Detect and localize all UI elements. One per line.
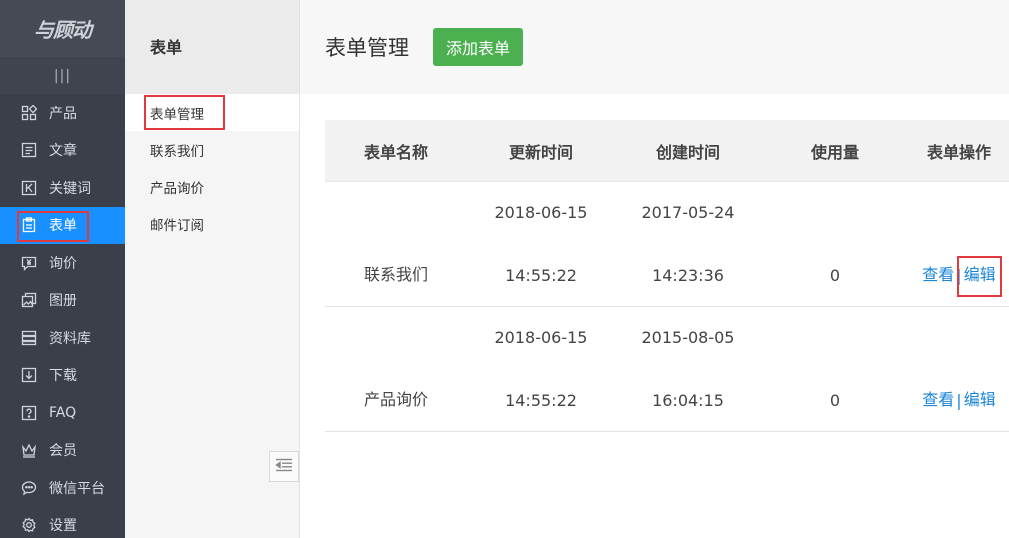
sidebar-item-keyword[interactable]: 关键词: [0, 169, 125, 207]
updated-time-text: 14:55:22: [505, 391, 577, 410]
column-header-name: 表单名称: [363, 142, 428, 162]
sidebar-item-article[interactable]: 文章: [0, 132, 125, 170]
usage-count: 0: [829, 266, 841, 285]
column-header-usage: 使用量: [810, 142, 859, 162]
collapse-sidebar-button[interactable]: [269, 451, 299, 482]
main-sidebar: 与顾动 ||| 产品 文章 关键词 表单 询价 图册 资料库 下载 FAQ 会员…: [0, 0, 125, 538]
edit-link[interactable]: 编辑: [964, 386, 996, 410]
logo[interactable]: 与顾动: [0, 0, 125, 57]
app: 与顾动 ||| 产品 文章 关键词 表单 询价 图册 资料库 下载 FAQ 会员…: [0, 0, 1009, 538]
faq-icon: [21, 405, 37, 421]
sidebar-item-label: 文章: [49, 143, 77, 160]
subnav-item-label: 邮件订阅: [150, 217, 204, 234]
table-row: 联系我们 2018-06-15 14:55:22 2017-05-24 14:2…: [325, 182, 1009, 307]
gear-icon: [21, 517, 37, 533]
logo-text: 与顾动: [34, 18, 92, 42]
usage-count: 0: [829, 391, 841, 410]
updated-date-text: 2018-06-15: [494, 203, 588, 222]
form-icon: [21, 217, 37, 233]
sidebar-item-wechat[interactable]: 微信平台: [0, 469, 125, 507]
subnav-item-form-manage[interactable]: 表单管理: [125, 94, 299, 131]
sidebar-item-label: 微信平台: [49, 480, 105, 497]
sidebar-item-label: 设置: [49, 518, 77, 535]
updated-time: 2018-06-15 14:55:22: [467, 307, 615, 431]
column-header-updated: 更新时间: [508, 142, 573, 162]
sidebar-item-label: FAQ: [49, 404, 77, 421]
sidebar-item-label: 下载: [49, 368, 77, 385]
updated-time: 2018-06-15 14:55:22: [467, 182, 615, 306]
view-link[interactable]: 查看: [922, 386, 954, 410]
column-header-created: 创建时间: [655, 142, 720, 162]
row-actions: 查看 | 编辑: [909, 182, 1009, 306]
menu-icon: |||: [53, 67, 72, 84]
main-content: 表单管理 添加表单 表单名称 更新时间 创建时间 使用量 表单操作 联系我们 2…: [300, 0, 1009, 538]
gallery-icon: [21, 292, 37, 308]
edit-link[interactable]: 编辑: [964, 261, 996, 285]
sidebar-item-form[interactable]: 表单: [0, 206, 125, 244]
sidebar-item-label: 询价: [49, 255, 77, 272]
sidebar-item-faq[interactable]: FAQ: [0, 394, 125, 432]
table-row: 产品询价 2018-06-15 14:55:22 2015-08-05 16:0…: [325, 307, 1009, 432]
sub-sidebar-title: 表单: [125, 0, 299, 94]
sidebar-item-gallery[interactable]: 图册: [0, 282, 125, 320]
created-time: 2015-08-05 16:04:15: [615, 307, 761, 431]
database-icon: [21, 330, 37, 346]
inquiry-icon: [21, 255, 37, 271]
created-date-text: 2017-05-24: [641, 203, 735, 222]
sidebar-item-label: 关键词: [49, 180, 91, 197]
sidebar-item-inquiry[interactable]: 询价: [0, 244, 125, 282]
page-title: 表单管理: [325, 36, 409, 60]
crown-icon: [21, 442, 37, 458]
sidebar-item-label: 会员: [49, 443, 77, 460]
add-form-button[interactable]: 添加表单: [433, 28, 524, 66]
form-table: 表单名称 更新时间 创建时间 使用量 表单操作 联系我们 2018-06-15 …: [325, 120, 1009, 432]
outdent-icon: [275, 457, 293, 476]
action-separator: |: [956, 266, 962, 285]
view-link[interactable]: 查看: [922, 261, 954, 285]
subnav-item-mail-subscribe[interactable]: 邮件订阅: [125, 205, 299, 242]
article-icon: [21, 142, 37, 158]
subnav-item-product-inquiry[interactable]: 产品询价: [125, 168, 299, 205]
form-name: 产品询价: [363, 390, 428, 409]
subnav-item-contact[interactable]: 联系我们: [125, 131, 299, 168]
column-header-actions: 表单操作: [926, 142, 991, 162]
sidebar-item-member[interactable]: 会员: [0, 432, 125, 470]
sub-sidebar: 表单 表单管理 联系我们 产品询价 邮件订阅: [125, 0, 300, 538]
chat-icon: [21, 480, 37, 496]
created-time-text: 14:23:36: [652, 266, 724, 285]
sidebar-item-label: 资料库: [49, 330, 91, 347]
created-date-text: 2015-08-05: [641, 328, 735, 347]
grid-icon: [21, 104, 37, 121]
sidebar-item-label: 产品: [49, 105, 77, 122]
keyword-icon: [21, 180, 37, 196]
page-header: 表单管理 添加表单: [300, 0, 1009, 94]
row-actions: 查看 | 编辑: [909, 307, 1009, 431]
form-name: 联系我们: [363, 265, 428, 284]
sidebar-item-label: 图册: [49, 293, 77, 310]
subnav-item-label: 表单管理: [150, 106, 204, 123]
sidebar-toggle-button[interactable]: |||: [0, 57, 125, 94]
updated-date-text: 2018-06-15: [494, 328, 588, 347]
download-icon: [21, 367, 37, 383]
sidebar-item-download[interactable]: 下载: [0, 357, 125, 395]
created-time: 2017-05-24 14:23:36: [615, 182, 761, 306]
subnav-item-label: 联系我们: [150, 143, 204, 160]
created-time-text: 16:04:15: [652, 391, 724, 410]
table-header: 表单名称 更新时间 创建时间 使用量 表单操作: [325, 120, 1009, 182]
action-separator: |: [956, 391, 962, 410]
sidebar-item-database[interactable]: 资料库: [0, 319, 125, 357]
subnav-item-label: 产品询价: [150, 180, 204, 197]
updated-time-text: 14:55:22: [505, 266, 577, 285]
sidebar-item-product[interactable]: 产品: [0, 94, 125, 132]
sidebar-item-settings[interactable]: 设置: [0, 507, 125, 538]
sidebar-item-label: 表单: [49, 218, 77, 235]
